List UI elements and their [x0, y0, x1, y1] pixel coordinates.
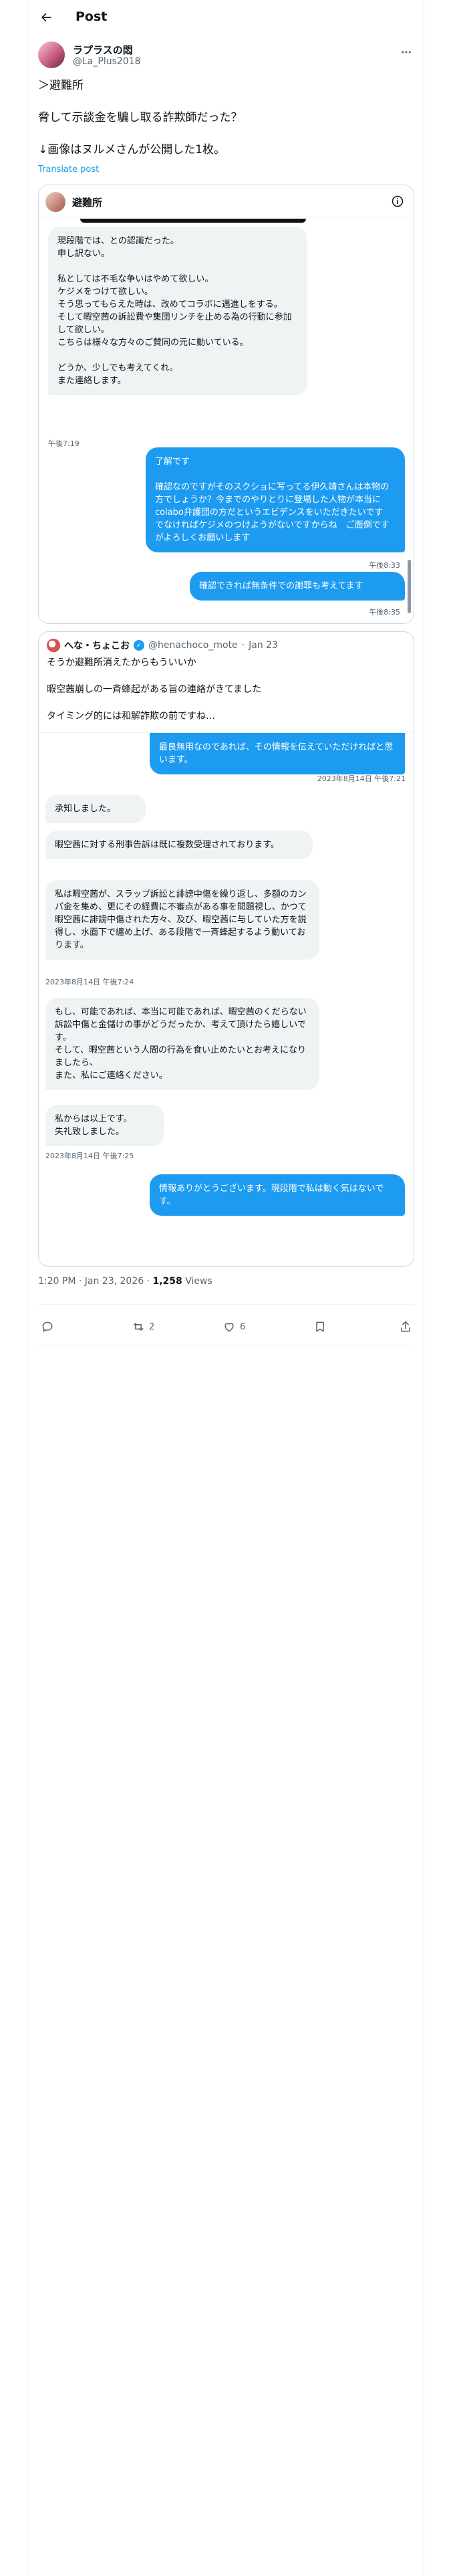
chat-message: 情報ありがとうございます。現段階で私は動く気はないです。 [150, 1174, 405, 1216]
repost-button[interactable]: 2 [132, 1319, 154, 1335]
post-column: Post ラプラスの悶 @La_Plus2018 ＞避難所 脅して示談金を騙し取… [27, 0, 424, 2576]
share-button[interactable] [399, 1319, 412, 1335]
views-count: 1,258 [152, 1276, 182, 1287]
chat-timestamp: 午後8:33 [369, 561, 400, 570]
top-bar: Post [27, 0, 425, 35]
chat-message: 私は暇空茜が、スラップ訴訟と誹謗中傷を繰り返し、多額のカンパ金を集め、更にその経… [45, 880, 319, 960]
post-timestamp[interactable]: 1:20 PM · Jan 23, 2026 [38, 1276, 144, 1287]
chat-timestamp: 2023年8月14日 午後7:25 [45, 1152, 134, 1160]
like-count: 6 [240, 1321, 246, 1332]
author-row: ラプラスの悶 @La_Plus2018 [38, 41, 414, 75]
avatar[interactable] [38, 41, 65, 68]
quoted-author-name: へな・ちょこお [64, 641, 130, 651]
heart-icon [224, 1323, 234, 1332]
repost-icon [133, 1323, 144, 1331]
quoted-image: 最良無用なのであれば、その情報を伝えていただければと思います。 2023年8月1… [39, 732, 414, 1266]
chat-message: 承知しました。 [45, 794, 146, 823]
scrollbar [408, 560, 411, 613]
chat-timestamp: 2023年8月14日 午後7:21 [317, 774, 406, 783]
quoted-date: Jan 23 [249, 640, 278, 651]
divider [38, 1304, 414, 1305]
views-label: Views [185, 1276, 212, 1287]
chat-timestamp: 午後8:35 [369, 608, 400, 617]
chat-timestamp: 午後7:19 [48, 439, 80, 448]
cropped-bubble-edge [80, 219, 306, 223]
quoted-separator: · [241, 640, 245, 651]
bookmark-button[interactable] [313, 1319, 327, 1335]
quoted-post-header: へな・ちょこお ✓ @henachoco_mote · Jan 23 [47, 639, 278, 652]
chat-header: 避難所 [39, 185, 414, 217]
reply-button[interactable] [41, 1319, 58, 1335]
verified-badge-icon: ✓ [134, 640, 144, 651]
chat-message: 確認できれば無条件での謝罪も考えてます [190, 572, 405, 601]
translate-post-link[interactable]: Translate post [38, 165, 99, 175]
author-handle[interactable]: @La_Plus2018 [73, 56, 141, 67]
page-title: Post [76, 9, 108, 24]
quoted-post[interactable]: へな・ちょこお ✓ @henachoco_mote · Jan 23 そうか避難… [38, 631, 414, 1267]
chat-timestamp: 2023年8月14日 午後7:24 [45, 978, 134, 986]
repost-count: 2 [149, 1321, 155, 1332]
meta-separator: · [146, 1276, 153, 1287]
post-meta: 1:20 PM · Jan 23, 2026 · 1,258 Views [38, 1276, 212, 1287]
back-arrow-icon[interactable] [37, 8, 55, 27]
reply-icon [42, 1321, 53, 1332]
more-options-icon[interactable] [398, 44, 414, 60]
quoted-avatar [47, 639, 60, 652]
chat-avatar [45, 192, 65, 212]
chat-message: 私からは以上です。 失礼致しました。 [45, 1105, 164, 1146]
bookmark-icon [316, 1321, 324, 1332]
chat-message: 現段階では、との認識だった。 申し訳ない。 私としては不毛な争いはやめて欲しい。… [48, 227, 307, 395]
like-button[interactable]: 6 [222, 1319, 245, 1335]
attached-image[interactable]: 避難所 現段階では、との認識だった。 申し訳ない。 私としては不毛な争いはやめて… [38, 185, 414, 624]
chat-message: 暇空茜に対する刑事告訴は既に複数受理されております。 [45, 831, 313, 859]
action-bar: 2 6 [38, 1313, 414, 1340]
chat-message: 了解です 確認なのですがそのスクショに写ってる伊久靖さんは本物の方でしょうか？今… [146, 447, 405, 552]
chat-message: もし、可能であれば、本当に可能であれば、暇空茜のくだらない訴訟中傷と金儲けの事が… [45, 998, 319, 1090]
author-name[interactable]: ラプラスの悶 [73, 43, 133, 57]
tweet-text: ＞避難所 脅して示談金を騙し取る詐欺師だった？ ↓画像はヌルメさんが公開した1枚… [38, 79, 243, 156]
quoted-author-handle: @henachoco_mote [148, 640, 238, 651]
chat-message: 最良無用なのであれば、その情報を伝えていただければと思います。 [150, 733, 405, 774]
info-icon [391, 195, 404, 208]
chat-title: 避難所 [72, 197, 103, 209]
share-icon [401, 1321, 410, 1332]
quoted-text: そうか避難所消えたからもういいか 暇空茜崩しの一斉蜂起がある旨の連絡がきてました… [47, 657, 262, 722]
